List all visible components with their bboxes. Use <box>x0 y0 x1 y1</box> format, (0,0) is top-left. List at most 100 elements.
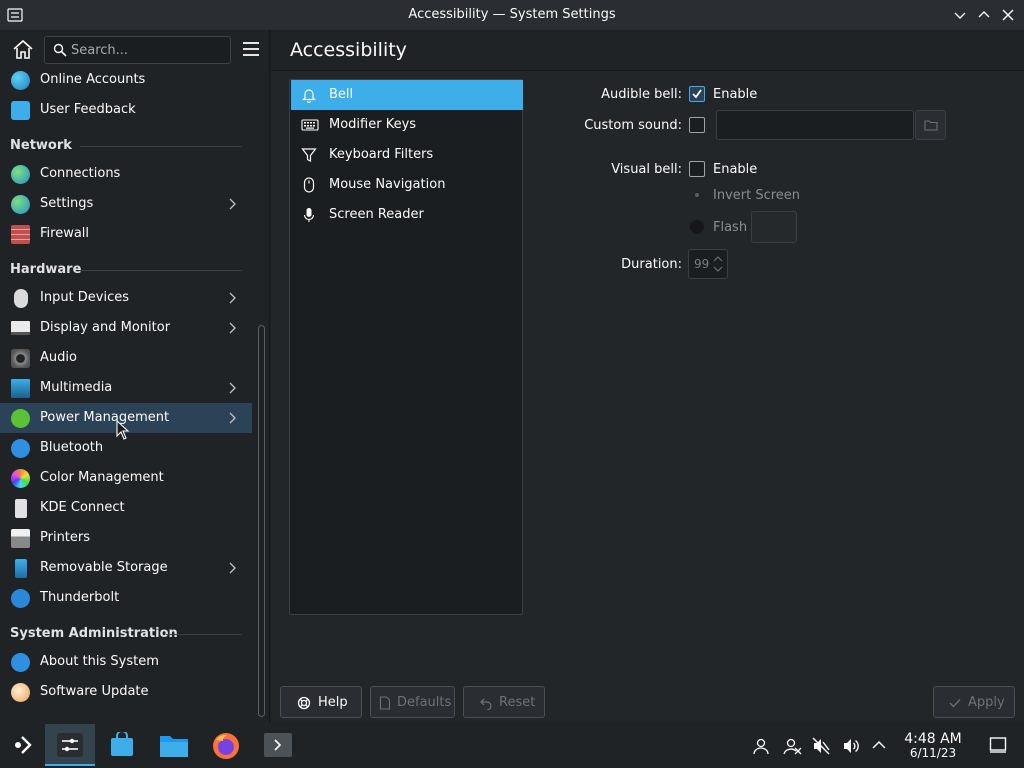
terminal-icon <box>264 733 292 757</box>
network-disconnected-icon[interactable] <box>782 737 802 755</box>
color-management-icon <box>11 469 30 488</box>
minimize-button[interactable] <box>950 5 970 25</box>
apply-button-label: Apply <box>968 695 1005 710</box>
apply-button[interactable]: Apply <box>933 686 1015 718</box>
show-desktop-icon[interactable] <box>989 736 1007 754</box>
search-icon <box>53 43 67 57</box>
duration-value: 99 <box>694 257 710 271</box>
taskbar-system-settings[interactable] <box>45 724 95 766</box>
taskbar-terminal[interactable] <box>253 724 303 766</box>
category-screen-reader[interactable]: Screen Reader <box>291 200 523 230</box>
sidebar-list: Online Accounts User Feedback Network Co… <box>0 70 254 722</box>
flash-color-button[interactable] <box>751 211 797 243</box>
software-update-icon <box>11 683 30 702</box>
sidebar-item-user-feedback[interactable]: User Feedback <box>0 95 252 125</box>
sidebar-item-firewall[interactable]: Firewall <box>0 219 252 249</box>
network-settings-icon <box>11 195 30 214</box>
search-input[interactable]: Search... <box>44 36 231 64</box>
menu-button[interactable] <box>242 41 260 57</box>
sidebar-item-settings[interactable]: Settings <box>0 189 252 219</box>
sidebar-item-label: Software Update <box>40 684 149 699</box>
category-label: Keyboard Filters <box>329 147 434 162</box>
sidebar-item-multimedia[interactable]: Multimedia <box>0 373 252 403</box>
sidebar-item-printers[interactable]: Printers <box>0 523 252 553</box>
mic-muted-icon[interactable] <box>812 737 830 755</box>
taskbar-discover[interactable] <box>97 724 147 766</box>
audio-icon <box>11 349 30 368</box>
taskbar: 4:48 AM 6/11/23 <box>0 722 1024 768</box>
sidebar-item-label: KDE Connect <box>40 500 125 515</box>
audible-bell-enable-label: Enable <box>713 87 758 102</box>
power-icon <box>11 409 30 428</box>
checkmark-icon <box>949 699 961 708</box>
clock-time: 4:48 AM <box>904 731 962 747</box>
reset-button[interactable]: Reset <box>463 686 545 718</box>
taskbar-file-manager[interactable] <box>149 724 199 766</box>
chevron-up-icon[interactable] <box>872 740 886 750</box>
sidebar-scrollbar[interactable] <box>258 325 265 717</box>
browse-sound-button[interactable] <box>915 110 946 140</box>
invert-screen-radio[interactable] <box>690 188 704 202</box>
sidebar-item-label: Printers <box>40 530 91 545</box>
category-label: Mouse Navigation <box>329 177 446 192</box>
custom-sound-field[interactable] <box>716 110 914 140</box>
taskbar-firefox[interactable] <box>201 724 251 766</box>
info-icon <box>11 653 30 672</box>
sidebar-item-online-accounts[interactable]: Online Accounts <box>0 70 252 95</box>
visual-bell-label: Visual bell: <box>611 162 682 177</box>
sidebar-item-color-management[interactable]: Color Management <box>0 463 252 493</box>
multimedia-icon <box>11 379 30 398</box>
sidebar-item-audio[interactable]: Audio <box>0 343 252 373</box>
user-feedback-icon <box>11 101 30 120</box>
clock[interactable]: 4:48 AM 6/11/23 <box>898 731 968 760</box>
hamburger-icon <box>243 42 259 56</box>
custom-sound-checkbox[interactable] <box>689 117 705 133</box>
maximize-button[interactable] <box>974 5 994 25</box>
bell-icon <box>302 89 316 103</box>
sidebar-item-removable-storage[interactable]: Removable Storage <box>0 553 252 583</box>
category-keyboard-filters[interactable]: Keyboard Filters <box>291 140 523 170</box>
category-modifier-keys[interactable]: Modifier Keys <box>291 110 523 140</box>
category-mouse-navigation[interactable]: Mouse Navigation <box>291 170 523 200</box>
section-heading-system-administration: System Administration <box>10 626 178 641</box>
sidebar-item-label: Settings <box>40 196 94 211</box>
category-bell[interactable]: Bell <box>291 80 523 110</box>
section-heading-hardware: Hardware <box>10 262 82 277</box>
close-icon <box>1002 9 1014 21</box>
defaults-button[interactable]: Defaults <box>370 686 455 718</box>
close-button[interactable] <box>998 5 1018 25</box>
visual-bell-enable-label: Enable <box>713 162 758 177</box>
sidebar-item-display-and-monitor[interactable]: Display and Monitor <box>0 313 252 343</box>
sidebar-item-connections[interactable]: Connections <box>0 159 252 189</box>
flash-radio[interactable] <box>690 220 704 234</box>
sidebar-item-label: Removable Storage <box>40 560 168 575</box>
chevron-right-icon <box>229 412 236 424</box>
visual-bell-checkbox[interactable] <box>689 161 705 177</box>
sidebar-item-thunderbolt[interactable]: Thunderbolt <box>0 583 252 613</box>
audible-bell-checkbox[interactable] <box>689 86 705 102</box>
bluetooth-icon <box>11 439 30 458</box>
help-button[interactable]: Help <box>280 686 362 718</box>
audible-bell-label: Audible bell: <box>601 87 682 102</box>
thunderbolt-icon <box>11 589 30 608</box>
sidebar-item-input-devices[interactable]: Input Devices <box>0 283 252 313</box>
page-header: Accessibility <box>271 30 1024 71</box>
application-launcher[interactable] <box>0 724 44 766</box>
volume-icon[interactable] <box>842 737 860 755</box>
sidebar-item-label: Audio <box>40 350 77 365</box>
sidebar-item-about-this-system[interactable]: About this System <box>0 647 252 677</box>
sidebar-item-label: Power Management <box>40 410 170 425</box>
firefox-icon <box>213 733 239 759</box>
defaults-button-label: Defaults <box>397 695 452 710</box>
printer-icon <box>11 529 30 548</box>
section-divider <box>80 146 242 147</box>
chevron-right-icon <box>229 322 236 334</box>
user-icon[interactable] <box>752 737 770 755</box>
discover-store-icon <box>111 732 133 756</box>
sidebar-item-software-update[interactable]: Software Update <box>0 677 252 707</box>
duration-spinbox[interactable]: 99 <box>688 249 728 279</box>
sidebar-item-kde-connect[interactable]: KDE Connect <box>0 493 252 523</box>
checkmark-icon <box>692 89 702 99</box>
folder-icon <box>160 736 188 757</box>
home-button[interactable] <box>10 38 36 62</box>
